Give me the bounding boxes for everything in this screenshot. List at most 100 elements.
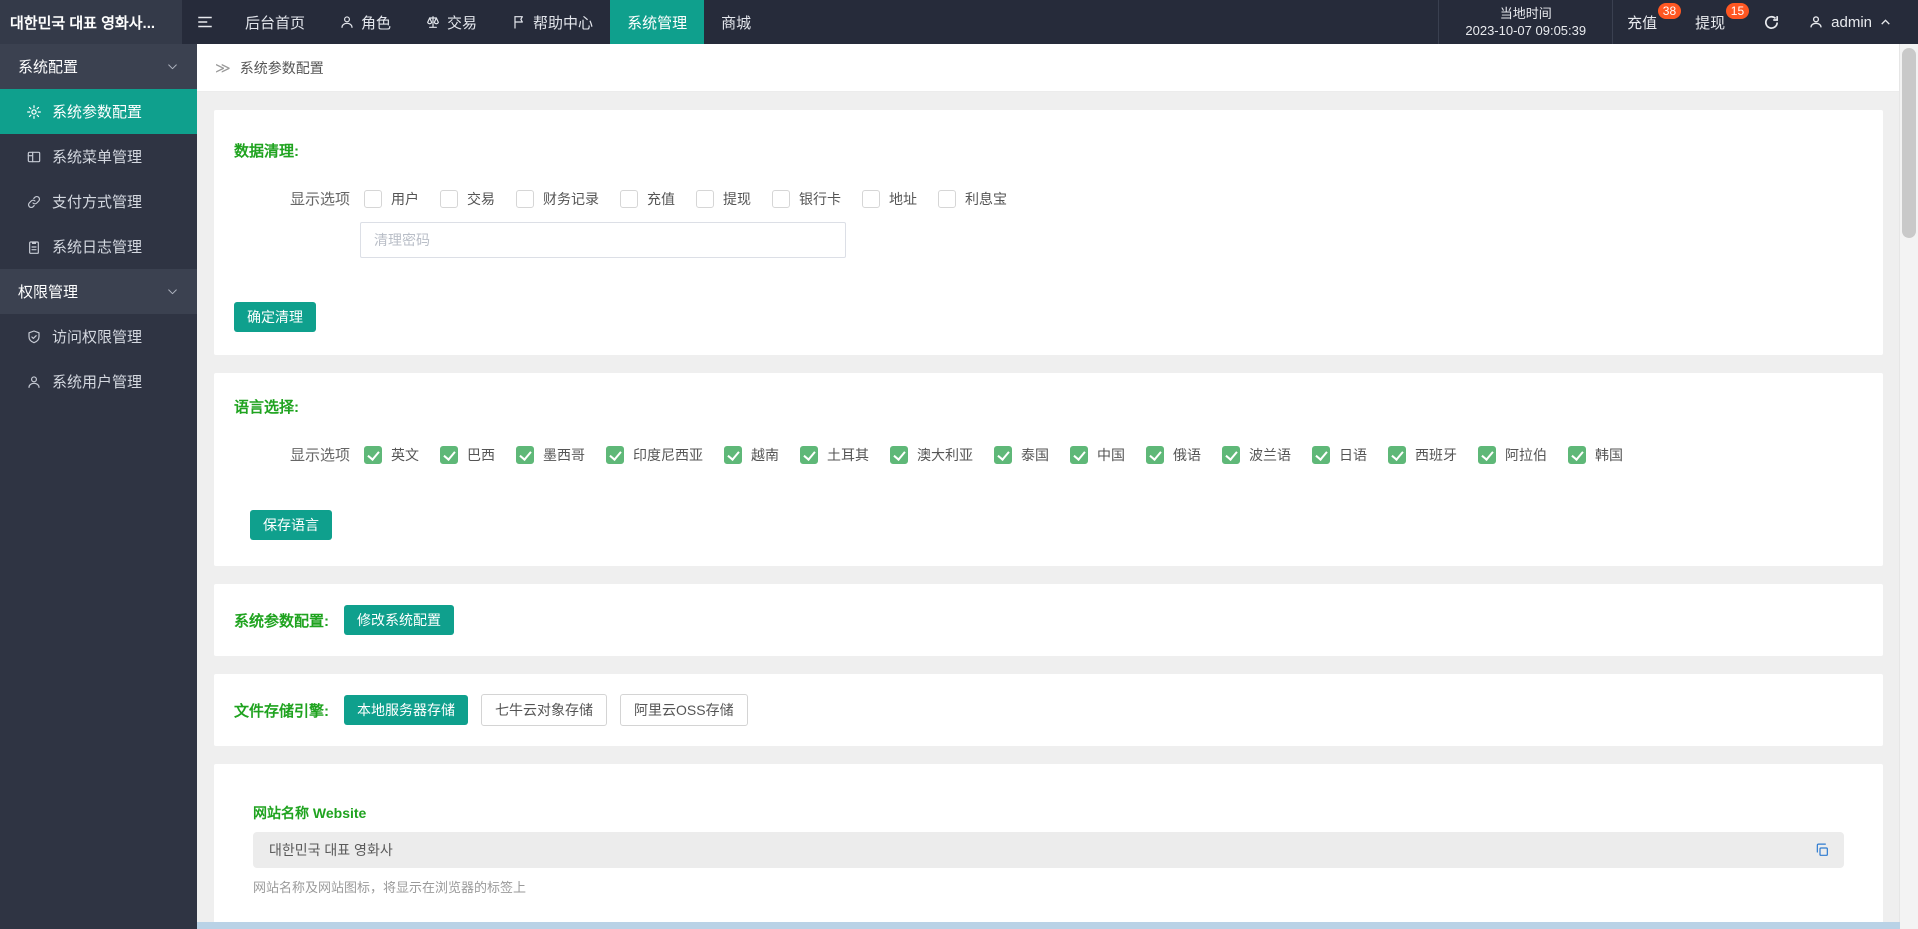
recharge-badge: 38 xyxy=(1658,3,1681,19)
checkbox-option-label: 印度尼西亚 xyxy=(633,445,703,465)
checkbox-checked-icon[interactable] xyxy=(606,446,624,464)
person-icon xyxy=(26,374,42,390)
checkbox-unchecked-icon[interactable] xyxy=(938,190,956,208)
checkbox-checked-icon[interactable] xyxy=(440,446,458,464)
clean-password-input[interactable] xyxy=(360,222,846,258)
clipboard-icon xyxy=(26,239,42,255)
checkbox-checked-icon[interactable] xyxy=(1222,446,1240,464)
language-title: 语言选择: xyxy=(234,396,1863,417)
user-menu[interactable]: admin xyxy=(1794,0,1918,44)
checkbox-option[interactable]: 俄语 xyxy=(1146,445,1201,465)
checkbox-unchecked-icon[interactable] xyxy=(516,190,534,208)
checkbox-option[interactable]: 用户 xyxy=(364,189,419,209)
checkbox-unchecked-icon[interactable] xyxy=(364,190,382,208)
checkbox-option[interactable]: 西班牙 xyxy=(1388,445,1457,465)
top-menu-item-1[interactable]: 角色 xyxy=(322,0,408,44)
withdraw-link[interactable]: 提现 15 xyxy=(1681,0,1749,44)
checkbox-option-label: 韩国 xyxy=(1595,445,1623,465)
checkbox-checked-icon[interactable] xyxy=(724,446,742,464)
checkbox-option[interactable]: 土耳其 xyxy=(800,445,869,465)
website-name-input[interactable] xyxy=(267,841,1814,859)
checkbox-option[interactable]: 波兰语 xyxy=(1222,445,1291,465)
withdraw-label: 提现 xyxy=(1695,12,1725,33)
checkbox-checked-icon[interactable] xyxy=(1312,446,1330,464)
storage-option-button-0[interactable]: 本地服务器存储 xyxy=(344,695,468,725)
topbar: 대한민국 대표 영화사... 后台首页角色交易帮助中心系统管理商城 当地时间 2… xyxy=(0,0,1918,44)
sidebar-item-7[interactable]: 系统用户管理 xyxy=(0,359,197,404)
checkbox-checked-icon[interactable] xyxy=(1568,446,1586,464)
save-language-button[interactable]: 保存语言 xyxy=(250,510,332,540)
topbar-right: 当地时间 2023-10-07 09:05:39 充值 38 提现 15 adm… xyxy=(1438,0,1918,44)
checkbox-option[interactable]: 巴西 xyxy=(440,445,495,465)
checkbox-checked-icon[interactable] xyxy=(364,446,382,464)
checkbox-option[interactable]: 银行卡 xyxy=(772,189,841,209)
checkbox-checked-icon[interactable] xyxy=(516,446,534,464)
top-menu-item-5[interactable]: 商城 xyxy=(704,0,768,44)
checkbox-option[interactable]: 阿拉伯 xyxy=(1478,445,1547,465)
checkbox-option-label: 日语 xyxy=(1339,445,1367,465)
sidebar-item-6[interactable]: 访问权限管理 xyxy=(0,314,197,359)
checkbox-option[interactable]: 交易 xyxy=(440,189,495,209)
horizontal-scrollbar[interactable] xyxy=(197,922,1900,929)
checkbox-option[interactable]: 充值 xyxy=(620,189,675,209)
checkbox-option[interactable]: 日语 xyxy=(1312,445,1367,465)
vertical-scrollbar-thumb[interactable] xyxy=(1902,48,1916,238)
data-clean-options-row: 显示选项 用户交易财务记录充值提现银行卡地址利息宝 xyxy=(290,188,1863,209)
checkbox-option[interactable]: 财务记录 xyxy=(516,189,599,209)
sidebar-group-0[interactable]: 系统配置 xyxy=(0,44,197,89)
checkbox-checked-icon[interactable] xyxy=(994,446,1012,464)
top-menu-item-0[interactable]: 后台首页 xyxy=(228,0,322,44)
checkbox-unchecked-icon[interactable] xyxy=(440,190,458,208)
checkbox-option[interactable]: 印度尼西亚 xyxy=(606,445,703,465)
checkbox-checked-icon[interactable] xyxy=(1070,446,1088,464)
checkbox-option-label: 墨西哥 xyxy=(543,445,585,465)
checkbox-option-label: 越南 xyxy=(751,445,779,465)
checkbox-checked-icon[interactable] xyxy=(1388,446,1406,464)
checkbox-checked-icon[interactable] xyxy=(890,446,908,464)
scales-icon xyxy=(425,14,441,30)
sidebar-group-5[interactable]: 权限管理 xyxy=(0,269,197,314)
checkbox-unchecked-icon[interactable] xyxy=(862,190,880,208)
top-menu: 后台首页角色交易帮助中心系统管理商城 xyxy=(228,0,768,44)
gear-icon xyxy=(26,104,42,120)
sidebar-item-label: 系统菜单管理 xyxy=(52,146,142,167)
sidebar-item-4[interactable]: 系统日志管理 xyxy=(0,224,197,269)
checkbox-unchecked-icon[interactable] xyxy=(772,190,790,208)
confirm-clean-button[interactable]: 确定清理 xyxy=(234,302,316,332)
shield-check-icon xyxy=(26,329,42,345)
hamburger-menu-button[interactable] xyxy=(182,0,228,44)
modify-system-config-button[interactable]: 修改系统配置 xyxy=(344,605,454,635)
checkbox-unchecked-icon[interactable] xyxy=(696,190,714,208)
checkbox-option[interactable]: 泰国 xyxy=(994,445,1049,465)
checkbox-option[interactable]: 利息宝 xyxy=(938,189,1007,209)
checkbox-option[interactable]: 提现 xyxy=(696,189,751,209)
storage-option-button-2[interactable]: 阿里云OSS存储 xyxy=(620,694,748,726)
top-menu-item-2[interactable]: 交易 xyxy=(408,0,494,44)
top-menu-item-4[interactable]: 系统管理 xyxy=(610,0,704,44)
sidebar-item-label: 系统参数配置 xyxy=(52,101,142,122)
sidebar-item-2[interactable]: 系统菜单管理 xyxy=(0,134,197,179)
website-fields: 网站名称 Website网站名称及网站图标，将显示在浏览器的标签上网站名称 We… xyxy=(253,803,1844,929)
checkbox-option[interactable]: 地址 xyxy=(862,189,917,209)
checkbox-option[interactable]: 澳大利亚 xyxy=(890,445,973,465)
refresh-button[interactable] xyxy=(1749,0,1794,44)
checkbox-option[interactable]: 中国 xyxy=(1070,445,1125,465)
checkbox-option[interactable]: 越南 xyxy=(724,445,779,465)
checkbox-checked-icon[interactable] xyxy=(800,446,818,464)
checkbox-unchecked-icon[interactable] xyxy=(620,190,638,208)
checkbox-option[interactable]: 墨西哥 xyxy=(516,445,585,465)
sidebar-item-3[interactable]: 支付方式管理 xyxy=(0,179,197,224)
recharge-link[interactable]: 充值 38 xyxy=(1613,0,1681,44)
storage-engine-card: 文件存储引擎: 本地服务器存储七牛云对象存储阿里云OSS存储 xyxy=(214,674,1883,746)
checkbox-checked-icon[interactable] xyxy=(1478,446,1496,464)
top-menu-item-3[interactable]: 帮助中心 xyxy=(494,0,610,44)
checkbox-option[interactable]: 英文 xyxy=(364,445,419,465)
sidebar-item-1[interactable]: 系统参数配置 xyxy=(0,89,197,134)
storage-option-button-1[interactable]: 七牛云对象存储 xyxy=(481,694,607,726)
user-icon xyxy=(1808,14,1824,30)
checkbox-option[interactable]: 韩国 xyxy=(1568,445,1623,465)
checkbox-checked-icon[interactable] xyxy=(1146,446,1164,464)
vertical-scrollbar[interactable] xyxy=(1899,44,1918,929)
copy-icon[interactable] xyxy=(1814,842,1830,858)
refresh-icon xyxy=(1763,14,1780,31)
